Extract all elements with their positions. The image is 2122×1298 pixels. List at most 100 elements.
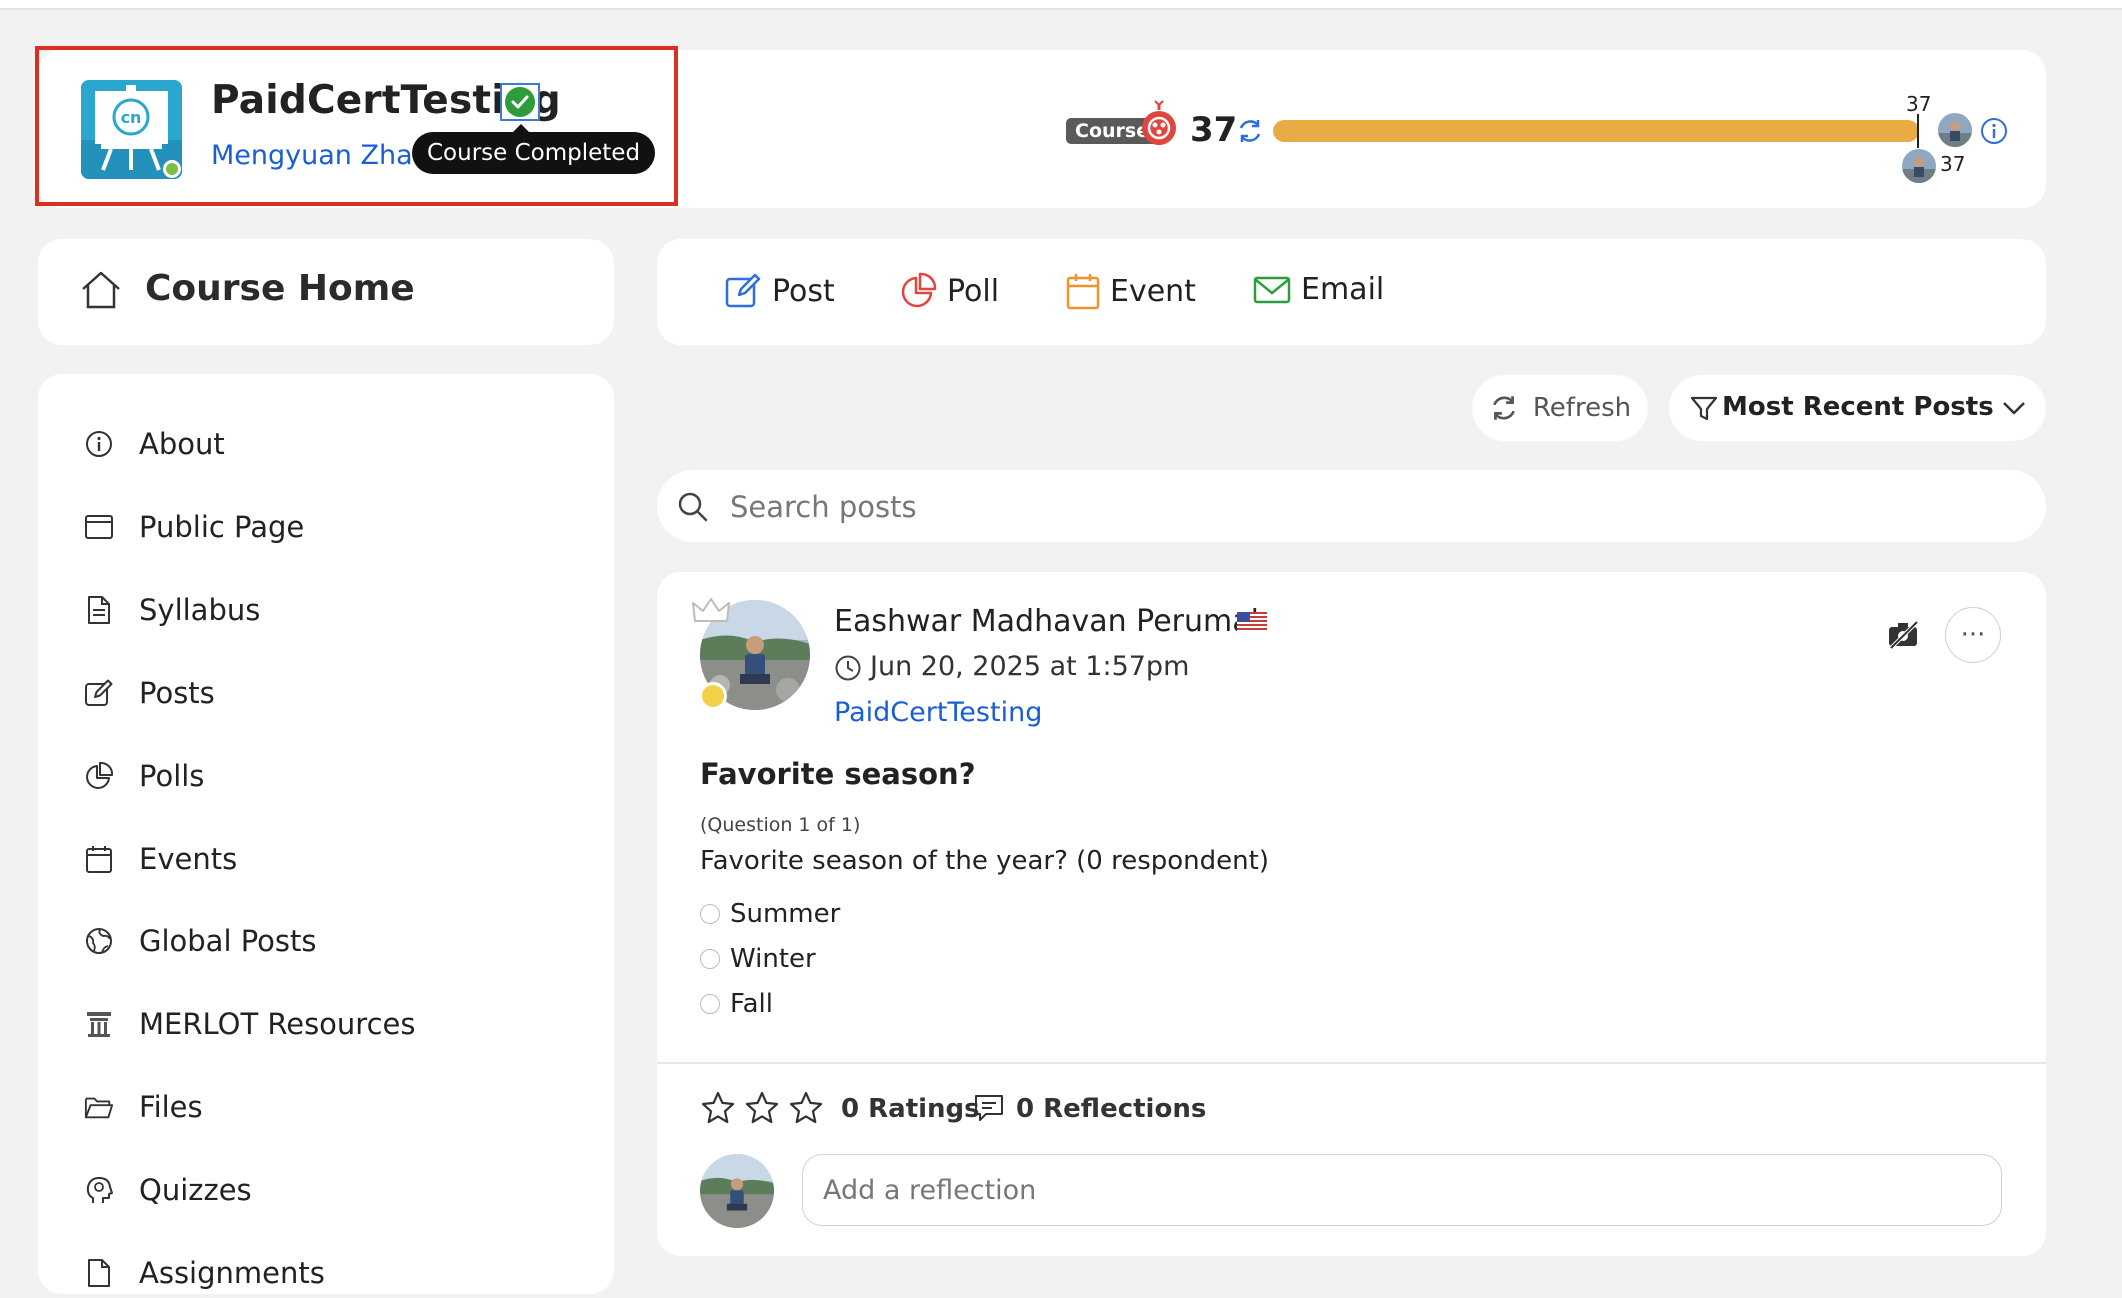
pie-chart-icon [84,761,114,791]
envelope-icon [1253,276,1291,303]
sidebar-item-quizzes[interactable]: Quizzes [84,1165,252,1215]
sidebar-item-label: MERLOT Resources [139,1007,416,1041]
sidebar-item-label: Events [139,842,238,876]
document-icon [84,595,114,625]
radio-button[interactable] [700,994,720,1014]
poll-option-label: Winter [730,944,816,974]
top-border [0,0,2122,10]
sidebar-item-label: Syllabus [139,593,261,627]
filter-icon [1690,395,1718,427]
sidebar-item-public-page[interactable]: Public Page [84,502,304,552]
star-icon[interactable] [788,1090,824,1126]
post-button[interactable]: Post [724,272,835,310]
sidebar-item-label: Public Page [139,510,305,544]
svg-text:cn: cn [121,108,142,127]
post-label: Post [772,273,835,309]
status-dot [699,682,727,710]
poll-option[interactable]: Summer [700,899,840,929]
bomb-icon [1138,98,1180,150]
search-input[interactable] [728,482,2012,532]
progress-marker [1917,114,1919,148]
us-flag-icon [1237,612,1267,636]
radio-button[interactable] [700,904,720,924]
email-button[interactable]: Email [1253,272,1384,307]
poll-button[interactable]: Poll [899,272,999,310]
sidebar-item-files[interactable]: Files [84,1082,203,1132]
sidebar-item-label: Quizzes [139,1173,252,1207]
author-name[interactable]: Eashwar Madhavan Perumal [834,604,1259,639]
star-icon[interactable] [700,1090,736,1126]
progress-fill [1273,120,1919,142]
edit-icon [725,273,761,308]
ratings-count[interactable]: 0 Ratings [841,1094,980,1124]
sidebar-item-posts[interactable]: Posts [84,668,215,718]
info-icon[interactable] [1980,117,2008,149]
sidebar-item-label: Files [139,1090,203,1124]
poll-title: Favorite season? [700,757,976,791]
star-icon[interactable] [744,1090,780,1126]
course-completed-tooltip: Course Completed [412,132,656,174]
sidebar-item-label: Assignments [139,1256,325,1290]
calendar-icon [84,844,114,874]
comment-icon [973,1092,1005,1128]
reflection-input[interactable] [802,1154,2002,1226]
score-value: 37 [1190,110,1238,150]
poll-label: Poll [947,273,1000,309]
progress-bottom-label: 37 [1940,152,1966,176]
star-rating[interactable] [700,1090,832,1126]
poll-option[interactable]: Fall [700,989,773,1019]
avatar[interactable] [1902,149,1936,183]
event-button[interactable]: Event [1066,272,1196,310]
progress-bar [1273,120,1919,142]
refresh-icon [1493,396,1515,420]
course-home-label[interactable]: Course Home [145,268,415,309]
post-date: Jun 20, 2025 at 1:57pm [870,651,1190,682]
sidebar-item-polls[interactable]: Polls [84,751,204,801]
calendar-icon [1066,274,1100,310]
info-icon [84,429,114,459]
sidebar-item-label: About [139,427,225,461]
brain-head-icon [84,1175,114,1205]
refresh-score-icon[interactable] [1236,117,1264,149]
sidebar-item-global-posts[interactable]: Global Posts [84,916,317,966]
course-completed-check-icon[interactable] [500,83,540,121]
divider [657,1062,2046,1064]
avatar [700,1154,774,1228]
sidebar-item-assignments[interactable]: Assignments [84,1248,325,1298]
progress-top-label: 37 [1906,92,1932,116]
refresh-label: Refresh [1532,393,1632,423]
merlot-icon [84,1009,114,1039]
chevron-down-icon[interactable] [2000,398,2028,422]
search-icon [676,490,710,528]
post-course-link[interactable]: PaidCertTesting [834,697,1042,728]
reflections-count[interactable]: 0 Reflections [1016,1094,1206,1124]
sort-label[interactable]: Most Recent Posts [1722,392,1994,422]
browser-window-icon [84,512,114,542]
document-icon [84,1258,114,1288]
event-label: Event [1110,273,1196,309]
radio-button[interactable] [700,949,720,969]
clock-icon [834,654,862,686]
sidebar-item-syllabus[interactable]: Syllabus [84,585,260,635]
refresh-button[interactable]: Refresh [1472,375,1648,441]
sidebar-item-label: Global Posts [139,924,317,958]
email-label: Email [1301,272,1385,307]
avatar[interactable] [1938,113,1972,147]
sidebar-item-label: Polls [139,759,205,793]
online-status-dot [163,160,181,178]
pie-chart-icon [901,272,937,308]
video-off-icon[interactable] [1887,620,1921,654]
sidebar-item-about[interactable]: About [84,419,225,469]
folder-icon [84,1092,114,1122]
more-options-button[interactable]: ··· [1945,607,2001,663]
poll-option-label: Summer [730,899,841,929]
globe-icon [84,926,114,956]
instructor-link[interactable]: Mengyuan Zhao [211,140,429,171]
question-text: Favorite season of the year? (0 responde… [700,846,1269,876]
poll-option[interactable]: Winter [700,944,816,974]
question-counter: (Question 1 of 1) [700,814,861,836]
crown-icon [691,595,731,631]
home-icon [80,270,122,314]
sidebar-item-events[interactable]: Events [84,834,237,884]
sidebar-item-merlot-resources[interactable]: MERLOT Resources [84,999,415,1049]
